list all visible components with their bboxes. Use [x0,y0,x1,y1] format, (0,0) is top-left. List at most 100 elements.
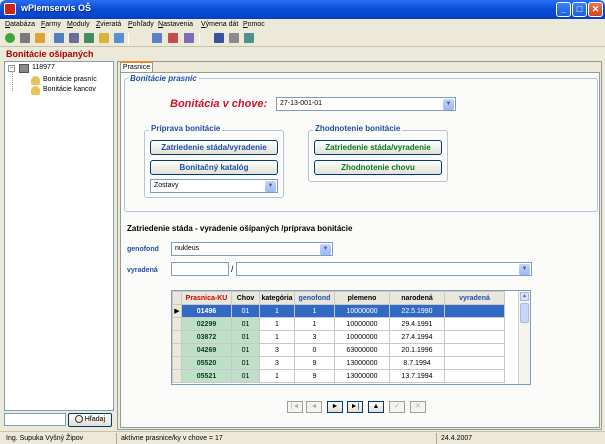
cell-narodena[interactable]: 22.5.1990 [389,304,445,318]
search-input[interactable] [4,413,66,426]
nav-up-button[interactable]: ▲ [368,401,384,413]
cell-narodena[interactable]: 13.7.1994 [389,369,445,383]
report-icon[interactable] [168,33,178,43]
cell-genofond[interactable]: 9 [294,369,335,383]
search-button[interactable]: Hľadaj [68,413,112,427]
cell-plemeno[interactable]: 13000000 [334,369,390,383]
menu-moduly[interactable]: Moduly [67,19,90,30]
chevron-down-icon[interactable]: ▼ [265,181,276,192]
scrollbar-thumb[interactable] [520,303,529,323]
vyradena-input[interactable] [171,262,229,276]
cell-genofond[interactable]: 9 [294,356,335,370]
column-header-vyradena[interactable]: vyradená [444,291,505,305]
grid-icon[interactable] [152,33,162,43]
tree-root-label[interactable]: 118977 [32,64,55,71]
column-header-genofond[interactable]: genofond [294,291,335,305]
scroll-up-icon[interactable]: ▲ [520,292,529,301]
cell-chov[interactable]: 01 [231,356,260,370]
vyradena-select[interactable]: ▼ [236,262,532,276]
chevron-down-icon[interactable]: ▼ [320,244,331,255]
cell-narodena[interactable]: 20.1.1996 [389,343,445,357]
cell-vyradena[interactable] [444,330,505,344]
nav-cancel-button[interactable]: ✕ [410,401,426,413]
table-row[interactable]: 03872 01 1 3 10000000 27.4.1994 [172,330,505,344]
cell-genofond[interactable]: 3 [294,330,335,344]
column-header-narodena[interactable]: narodená [389,291,445,305]
table-row[interactable]: 05521 01 1 9 13000000 13.7.1994 [172,369,505,383]
bonitacny-katalog-button[interactable]: Bonitačný katalóg [150,160,278,175]
window-icon[interactable] [114,33,124,43]
cell-prasnica-ku[interactable]: 03872 [181,330,232,344]
cell-kategoria[interactable]: 3 [259,343,295,357]
cell-plemeno[interactable]: 10000000 [334,330,390,344]
folder-icon[interactable] [99,33,109,43]
star-icon[interactable] [35,33,45,43]
cell-plemeno[interactable]: 10000000 [334,317,390,331]
menu-vymena-dat[interactable]: Výmena dát [201,19,238,30]
chevron-down-icon[interactable]: ▼ [443,99,454,110]
cell-prasnica-ku[interactable]: 05521 [181,369,232,383]
minimize-button[interactable]: _ [556,2,571,17]
tree-collapse-toggle[interactable]: − [8,65,15,72]
cell-vyradena[interactable] [444,343,505,357]
export-icon[interactable] [244,33,254,43]
cell-prasnica-ku[interactable]: 02299 [181,317,232,331]
column-header-plemeno[interactable]: plemeno [334,291,390,305]
cell-kategoria[interactable]: 1 [259,330,295,344]
save-icon[interactable] [214,33,224,43]
cell-plemeno[interactable]: 10000000 [334,304,390,318]
cell-plemeno[interactable]: 63000000 [334,343,390,357]
cell-chov[interactable]: 01 [231,369,260,383]
chart-icon[interactable] [54,33,64,43]
tab-prasnice[interactable]: Prasnice [120,61,153,72]
column-header-chov[interactable]: Chov [231,291,260,305]
cell-kategoria[interactable]: 1 [259,304,295,318]
zhodnotenie-zatriedenie-button[interactable]: Zatriedenie stáda/vyradenie [314,140,442,155]
cell-genofond[interactable]: 0 [294,343,335,357]
cell-vyradena[interactable] [444,369,505,383]
table-row[interactable]: ▶ 01496 01 1 1 10000000 22.5.1990 [172,304,505,318]
cell-kategoria[interactable]: 1 [259,317,295,331]
cell-narodena[interactable]: 27.4.1994 [389,330,445,344]
nav-last-button[interactable]: ►| [347,401,363,413]
edit-icon[interactable] [69,33,79,43]
tree-icon[interactable] [84,33,94,43]
cell-kategoria[interactable]: 1 [259,369,295,383]
menu-databaza[interactable]: Databáza [5,19,35,30]
menu-nastavenia[interactable]: Nastavenia [158,19,193,30]
cell-prasnica-ku[interactable]: 05520 [181,356,232,370]
zhodnotenie-chovu-button[interactable]: Zhodnotenie chovu [314,160,442,175]
close-button[interactable]: ✕ [588,2,603,17]
cell-chov[interactable]: 01 [231,343,260,357]
nav-next-button[interactable]: ► [327,401,343,413]
menu-pohlady[interactable]: Pohľady [128,19,154,30]
cell-genofond[interactable]: 1 [294,317,335,331]
calendar-icon[interactable] [20,33,30,43]
cell-kategoria[interactable]: 3 [259,356,295,370]
maximize-button[interactable]: □ [572,2,587,17]
cell-prasnica-ku[interactable]: 01496 [181,304,232,318]
nav-first-button[interactable]: |◄ [287,401,303,413]
pig-icon[interactable] [184,33,194,43]
cell-narodena[interactable]: 8.7.1994 [389,356,445,370]
column-header-prasnica-ku[interactable]: Prasnica-KU [181,291,232,305]
cell-vyradena[interactable] [444,356,505,370]
grid-scrollbar[interactable]: ▲ [518,291,530,384]
tree-item-bonitacie-prasnic[interactable]: Bonitácie prasníc [43,76,97,83]
menu-zvierata[interactable]: Zvieratá [96,19,121,30]
cell-narodena[interactable]: 29.4.1991 [389,317,445,331]
cell-prasnica-ku[interactable]: 04269 [181,343,232,357]
nav-prev-button[interactable]: ◄ [306,401,322,413]
cell-vyradena[interactable] [444,304,505,318]
check-icon[interactable] [5,33,15,43]
cell-genofond[interactable]: 1 [294,304,335,318]
column-header-kategoria[interactable]: kategória [259,291,295,305]
menu-pomoc[interactable]: Pomoc [243,19,265,30]
tree-item-bonitacie-kancov[interactable]: Bonitácie kancov [43,86,96,93]
cell-chov[interactable]: 01 [231,317,260,331]
nav-check-button[interactable]: ✓ [389,401,405,413]
cell-vyradena[interactable] [444,317,505,331]
priprava-zatriedenie-button[interactable]: Zatriedenie stáda/vyradenie [150,140,278,155]
cell-plemeno[interactable]: 13000000 [334,356,390,370]
zostavy-select[interactable]: Zostavy ▼ [150,179,278,193]
